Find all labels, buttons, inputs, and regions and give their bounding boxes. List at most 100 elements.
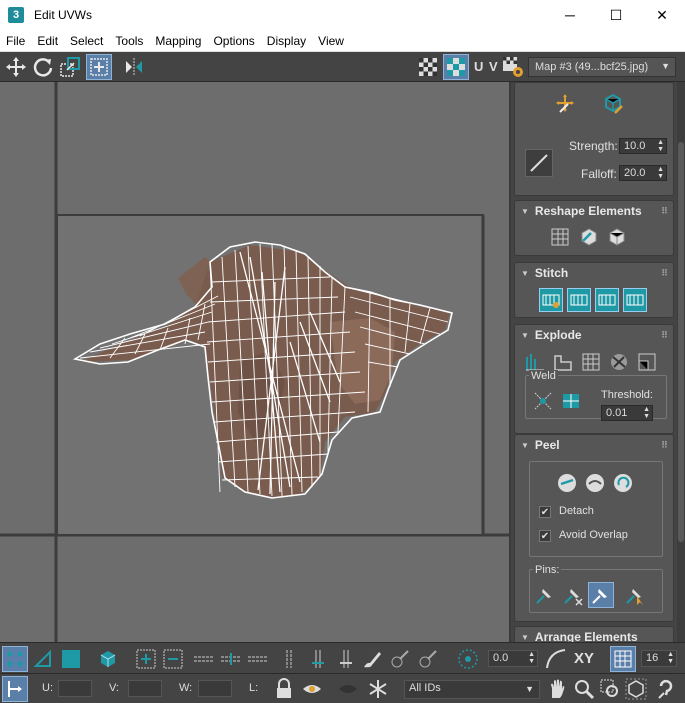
spinner-arrows-icon[interactable]: ▲ ▼: [657, 139, 664, 153]
paint-shrink-icon[interactable]: [416, 647, 440, 671]
stitch-header[interactable]: ▼ Stitch ⠿: [515, 263, 673, 283]
freeze-icon[interactable]: [366, 677, 390, 701]
strength-spinner[interactable]: 10.0 ▲ ▼: [619, 138, 667, 154]
v-field[interactable]: [128, 680, 162, 697]
menu-bar: File Edit Select Tools Mapping Options D…: [0, 30, 685, 52]
edge-mode-icon[interactable]: [31, 647, 55, 671]
straighten-icon[interactable]: [549, 225, 573, 249]
zoom-extents-icon[interactable]: [624, 677, 648, 701]
stitch-to-source-icon[interactable]: [567, 288, 591, 312]
paint-select-icon[interactable]: [360, 647, 384, 671]
pin-selected-icon[interactable]: [533, 583, 557, 607]
ring-icon[interactable]: [277, 647, 301, 671]
falloff-curve-icon[interactable]: [544, 647, 568, 671]
avoid-overlap-checkbox[interactable]: ✔: [539, 530, 551, 542]
menu-view[interactable]: View: [312, 34, 350, 48]
auto-pin-icon[interactable]: [588, 582, 614, 608]
u-field[interactable]: [58, 680, 92, 697]
relax-icon[interactable]: [577, 225, 601, 249]
reshape-elements-header[interactable]: ▼ Reshape Elements ⠿: [515, 201, 673, 221]
loop-icon[interactable]: [192, 647, 216, 671]
threshold-spinner[interactable]: 0.01 ▲ ▼: [601, 405, 653, 421]
falloff-space-xy[interactable]: XY: [574, 650, 594, 667]
soft-selection-icon[interactable]: [456, 647, 480, 671]
weld-target-icon[interactable]: [559, 389, 583, 413]
shrink-loop-icon[interactable]: [246, 647, 270, 671]
stitch-to-average-icon[interactable]: [595, 288, 619, 312]
menu-tools[interactable]: Tools: [109, 34, 149, 48]
move-icon[interactable]: [4, 55, 28, 79]
stitch-to-target-icon[interactable]: [623, 288, 647, 312]
uv-canvas[interactable]: [0, 82, 511, 642]
show-hidden-icon[interactable]: [336, 677, 360, 701]
mirror-icon[interactable]: [122, 55, 146, 79]
material-id-dropdown[interactable]: All IDs ▼: [404, 680, 540, 699]
falloff-spinner[interactable]: 20.0 ▲ ▼: [619, 165, 667, 181]
close-button[interactable]: ✕: [639, 0, 685, 30]
arrange-elements-header[interactable]: ▼ Arrange Elements: [515, 627, 673, 642]
reset-peel-icon[interactable]: [611, 471, 635, 495]
grow-loop-icon[interactable]: [219, 647, 243, 671]
panel-scrollbar[interactable]: [677, 82, 685, 642]
menu-file[interactable]: File: [0, 34, 31, 48]
explode-header[interactable]: ▼ Explode ⠿: [515, 325, 673, 345]
hide-unselected-icon[interactable]: [300, 677, 324, 701]
peel-header[interactable]: ▼ Peel ⠿: [515, 435, 673, 455]
menu-edit[interactable]: Edit: [31, 34, 64, 48]
zoom-icon[interactable]: [572, 677, 596, 701]
scale-icon[interactable]: [58, 55, 82, 79]
spinner-arrows-icon[interactable]: ▲ ▼: [667, 651, 674, 665]
flatten-by-material-icon[interactable]: [579, 350, 603, 374]
quick-peel-icon[interactable]: [555, 471, 579, 495]
grow-selection-icon[interactable]: [134, 647, 158, 671]
zoom-region-icon[interactable]: [598, 677, 622, 701]
menu-display[interactable]: Display: [261, 34, 312, 48]
shrink-selection-icon[interactable]: [161, 647, 185, 671]
menu-mapping[interactable]: Mapping: [149, 34, 207, 48]
show-map-icon[interactable]: [443, 54, 469, 80]
brush-falloff-icon[interactable]: [525, 149, 553, 177]
minimize-button[interactable]: ─: [547, 0, 593, 30]
grid-snap-icon[interactable]: [610, 646, 636, 672]
element-mode-icon[interactable]: [96, 647, 120, 671]
lock-icon[interactable]: [272, 677, 296, 701]
paint-grow-icon[interactable]: [388, 647, 412, 671]
select-pins-icon[interactable]: [623, 583, 647, 607]
vertex-mode-icon[interactable]: [2, 646, 28, 672]
unpin-selected-icon[interactable]: [561, 583, 585, 607]
pan-icon[interactable]: [545, 677, 569, 701]
relax-brush-icon[interactable]: [601, 91, 625, 115]
weld-selected-icon[interactable]: [531, 389, 555, 413]
detach-edge-verts-icon[interactable]: [635, 350, 659, 374]
rotate-icon[interactable]: [31, 55, 55, 79]
w-field[interactable]: [198, 680, 232, 697]
freeform-mode-icon[interactable]: [86, 54, 112, 80]
grid-size-spinner[interactable]: 16 ▲ ▼: [641, 650, 677, 667]
menu-options[interactable]: Options: [207, 34, 260, 48]
absolute-relative-toggle-icon[interactable]: [2, 676, 28, 702]
menu-select[interactable]: Select: [64, 34, 109, 48]
polygon-mode-icon[interactable]: [59, 647, 83, 671]
shrink-ring-icon[interactable]: [334, 647, 358, 671]
break-icon[interactable]: [607, 350, 631, 374]
spinner-arrows-icon[interactable]: ▲ ▼: [643, 406, 650, 420]
spinner-arrows-icon[interactable]: ▲ ▼: [528, 651, 535, 665]
rotation-spinner[interactable]: 0.0 ▲ ▼: [488, 650, 538, 667]
relax-until-flat-icon[interactable]: [605, 225, 629, 249]
uv-editor-viewport[interactable]: [0, 82, 511, 642]
paint-move-icon[interactable]: [553, 91, 577, 115]
title-bar: 3 Edit UVWs ─ ☐ ✕: [0, 0, 685, 30]
panel-scrollbar-thumb[interactable]: [678, 142, 684, 542]
spinner-arrows-icon[interactable]: ▲ ▼: [657, 166, 664, 180]
grow-ring-icon[interactable]: [306, 647, 330, 671]
bottom-toolbar-coords: U: V: W: L: All IDs ▼: [0, 673, 685, 703]
maximize-button[interactable]: ☐: [593, 0, 639, 30]
texture-settings-icon[interactable]: [501, 55, 525, 79]
stitch-custom-icon[interactable]: [539, 288, 563, 312]
peel-mode-icon[interactable]: [583, 471, 607, 495]
detach-checkbox[interactable]: ✔: [539, 506, 551, 518]
checker-pattern-icon[interactable]: [416, 55, 440, 79]
help-icon[interactable]: [654, 677, 678, 701]
uv-axis-label[interactable]: U V: [474, 59, 499, 74]
map-selector-dropdown[interactable]: Map #3 (49...bcf25.jpg) ▼: [528, 57, 676, 77]
